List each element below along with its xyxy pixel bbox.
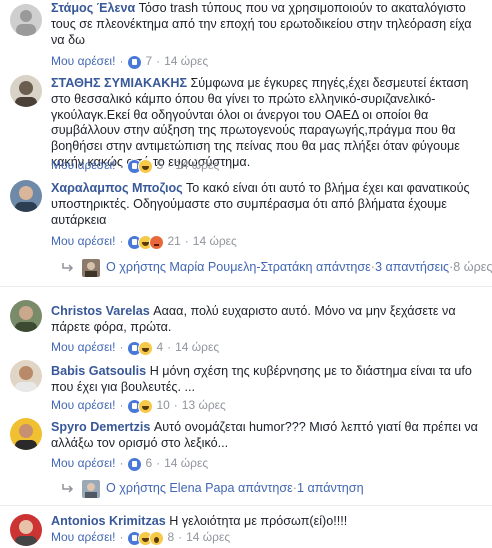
reply-user[interactable]: Ο χρήστης Μαρία Ρουμελη-Στρατάκη απάντησ…	[106, 260, 371, 274]
reaction-count[interactable]: 6	[145, 456, 152, 470]
reply-avatar	[82, 258, 100, 277]
like-button[interactable]: Μου αρέσει!	[51, 398, 115, 412]
divider	[0, 286, 492, 287]
reactions[interactable]	[127, 456, 143, 472]
separator: ·	[167, 158, 172, 172]
separator: ·	[184, 234, 189, 248]
wow-reaction-icon	[149, 530, 165, 546]
separator: ·	[119, 234, 124, 248]
avatar[interactable]	[10, 418, 42, 450]
separator: ·	[119, 54, 124, 68]
comment-actions: Μου αρέσει! · 10 · 13 ώρες	[51, 398, 226, 414]
haha-reaction-icon	[138, 158, 154, 174]
reaction-count[interactable]: 8	[167, 530, 174, 544]
haha-reaction-icon	[138, 340, 154, 356]
separator: ·	[119, 456, 124, 470]
like-button[interactable]: Μου αρέσει!	[51, 456, 115, 470]
separator: ·	[156, 456, 161, 470]
reaction-count[interactable]: 7	[145, 54, 152, 68]
reply-arrow-icon	[62, 483, 74, 493]
reactions[interactable]	[127, 530, 165, 546]
reply-count[interactable]: 3 απαντήσεις	[375, 260, 449, 274]
reactions[interactable]	[127, 234, 165, 250]
reactions[interactable]	[127, 398, 154, 414]
reaction-count[interactable]: 21	[167, 234, 180, 248]
like-button[interactable]: Μου αρέσει!	[51, 530, 115, 544]
haha-reaction-icon	[138, 398, 154, 414]
reply-count[interactable]: 1 απάντηση	[297, 481, 364, 495]
like-reaction-icon	[127, 456, 143, 472]
separator: ·	[119, 398, 124, 412]
reply-user[interactable]: Ο χρήστης Elena Papa απάντησε	[106, 481, 293, 495]
comment-actions: Μου αρέσει! · 8 · 14 ώρες	[51, 530, 230, 546]
reaction-count[interactable]: 5	[156, 158, 163, 172]
comment-author[interactable]: ΣΤΑΘΗΣ ΣΥΜΙΑΚΑΚΗΣ	[51, 76, 187, 90]
comment-actions: Μου αρέσει! · 6 · 14 ώρες	[51, 456, 208, 472]
timestamp[interactable]: 14 ώρες	[164, 54, 208, 68]
reactions[interactable]	[127, 54, 143, 70]
like-button[interactable]: Μου αρέσει!	[51, 54, 115, 68]
comment-actions: Μου αρέσει! · 7 · 14 ώρες	[51, 54, 208, 70]
comment-text: Η γελοιότητα με πρόσωπ(εί)ο!!!!	[169, 514, 348, 528]
timestamp[interactable]: 14 ώρες	[164, 456, 208, 470]
avatar[interactable]	[10, 514, 42, 546]
reaction-count[interactable]: 10	[156, 398, 169, 412]
reaction-count[interactable]: 4	[156, 340, 163, 354]
comment-author[interactable]: Στάμος Έλενα	[51, 1, 135, 15]
separator: ·	[119, 340, 124, 354]
like-reaction-icon	[127, 54, 143, 70]
comment-actions: Μου αρέσει! · 4 · 14 ώρες	[51, 340, 219, 356]
replies-link[interactable]: Ο χρήστης Elena Papa απάντησε·1 απάντηση	[62, 479, 364, 498]
avatar[interactable]	[10, 4, 42, 36]
divider	[0, 505, 492, 506]
comment-actions: Μου αρέσει! · 21 · 14 ώρες	[51, 234, 237, 250]
separator: ·	[173, 398, 178, 412]
comment-author[interactable]: Χαραλαμπος Μποζιος	[51, 181, 183, 195]
reply-arrow-icon	[62, 262, 74, 272]
timestamp[interactable]: 14 ώρες	[193, 234, 237, 248]
separator: ·	[156, 54, 161, 68]
reactions[interactable]	[127, 340, 154, 356]
replies-link[interactable]: Ο χρήστης Μαρία Ρουμελη-Στρατάκη απάντησ…	[62, 258, 492, 277]
comment-author[interactable]: Spyro Demertzis	[51, 420, 150, 434]
avatar[interactable]	[10, 360, 42, 392]
comment-actions: Μου αρέσει! · 5 · 14 ώρες	[51, 158, 219, 174]
like-button[interactable]: Μου αρέσει!	[51, 234, 115, 248]
separator: ·	[119, 530, 124, 544]
timestamp[interactable]: 14 ώρες	[175, 340, 219, 354]
separator: ·	[167, 340, 172, 354]
avatar[interactable]	[10, 75, 42, 107]
like-button[interactable]: Μου αρέσει!	[51, 158, 115, 172]
comment-author[interactable]: Antonios Krimitzas	[51, 514, 166, 528]
comment-author[interactable]: Christos Varelas	[51, 304, 150, 318]
reply-avatar	[82, 479, 100, 498]
timestamp[interactable]: 14 ώρες	[175, 158, 219, 172]
timestamp[interactable]: 13 ώρες	[182, 398, 226, 412]
avatar[interactable]	[10, 300, 42, 332]
separator: ·	[119, 158, 124, 172]
comment-author[interactable]: Babis Gatsoulis	[51, 364, 146, 378]
like-button[interactable]: Μου αρέσει!	[51, 340, 115, 354]
reply-time: 8 ώρες	[453, 260, 492, 274]
timestamp[interactable]: 14 ώρες	[186, 530, 230, 544]
reactions[interactable]	[127, 158, 154, 174]
separator: ·	[178, 530, 183, 544]
avatar[interactable]	[10, 180, 42, 212]
angry-reaction-icon	[149, 234, 165, 250]
